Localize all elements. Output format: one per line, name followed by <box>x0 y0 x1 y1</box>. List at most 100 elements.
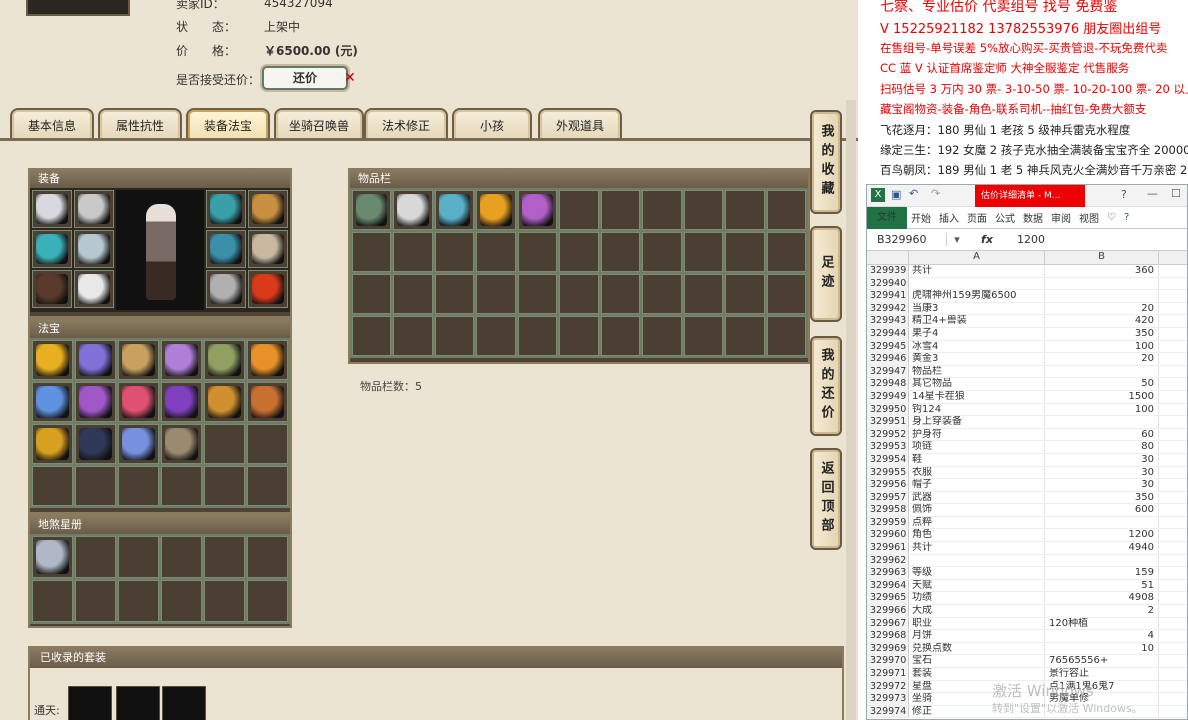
item-slot[interactable] <box>206 270 246 308</box>
cell-a[interactable]: 14星卡茬狼 <box>909 390 1045 403</box>
item-slot[interactable] <box>118 424 159 464</box>
row-number[interactable]: 329950 <box>867 403 909 416</box>
item-slot[interactable] <box>600 232 641 272</box>
item-slot[interactable] <box>559 274 599 314</box>
row-number[interactable]: 329939 <box>867 265 909 277</box>
cell-a[interactable]: 职业 <box>909 617 1045 630</box>
cell-a[interactable]: 大成 <box>909 605 1045 617</box>
item-slot[interactable] <box>434 316 475 356</box>
item-slot[interactable] <box>559 316 599 356</box>
cell-b[interactable]: 4940 <box>1045 542 1159 554</box>
item-slot[interactable] <box>434 232 475 272</box>
cell-b[interactable]: 80 <box>1045 441 1159 453</box>
item-slot[interactable] <box>683 316 724 356</box>
cell-a[interactable]: 冰雪4 <box>909 340 1045 353</box>
tab-appearance[interactable]: 外观道具 <box>538 108 622 140</box>
help-icon[interactable]: ? <box>1121 188 1127 201</box>
item-slot[interactable] <box>725 190 765 230</box>
item-slot[interactable] <box>118 382 159 422</box>
item-slot[interactable] <box>600 316 641 356</box>
suit-item-icon[interactable] <box>68 686 112 720</box>
cell-b[interactable]: 30 <box>1045 453 1159 466</box>
item-slot[interactable] <box>352 316 392 356</box>
item-slot[interactable] <box>352 232 392 272</box>
item-slot[interactable] <box>75 466 116 506</box>
suit-item-icon[interactable] <box>116 686 160 720</box>
item-slot[interactable] <box>725 316 765 356</box>
item-slot[interactable] <box>247 382 288 422</box>
item-slot[interactable] <box>248 270 288 308</box>
cell-a[interactable] <box>909 554 1045 567</box>
nav-my-offers[interactable]: 我的还价 <box>810 336 842 436</box>
item-slot[interactable] <box>766 190 806 230</box>
suit-item-icon[interactable] <box>162 686 206 720</box>
item-slot[interactable] <box>683 232 724 272</box>
cell-a[interactable]: 身上穿装备 <box>909 416 1045 428</box>
item-slot[interactable] <box>393 316 433 356</box>
cell-a[interactable]: 共计 <box>909 542 1045 554</box>
row-number[interactable]: 329955 <box>867 466 909 479</box>
col-header-a[interactable]: A <box>909 251 1045 264</box>
row-number[interactable]: 329972 <box>867 680 909 693</box>
row-number[interactable]: 329962 <box>867 554 909 567</box>
item-slot[interactable] <box>476 274 516 314</box>
cell-a[interactable]: 共计 <box>909 265 1045 277</box>
item-slot[interactable] <box>161 382 202 422</box>
item-slot[interactable] <box>434 274 475 314</box>
cell-a[interactable]: 月饼 <box>909 630 1045 642</box>
cell-a[interactable]: 角色 <box>909 529 1045 542</box>
item-slot[interactable] <box>75 340 116 380</box>
row-number[interactable]: 329941 <box>867 290 909 302</box>
item-slot[interactable] <box>517 190 558 230</box>
item-slot[interactable] <box>161 536 202 578</box>
item-slot[interactable] <box>118 536 159 578</box>
cell-b[interactable]: 30 <box>1045 466 1159 479</box>
row-number[interactable]: 329966 <box>867 605 909 617</box>
cell-b[interactable]: 20 <box>1045 353 1159 365</box>
item-slot[interactable] <box>247 424 288 464</box>
item-slot[interactable] <box>683 190 724 230</box>
row-number[interactable]: 329956 <box>867 479 909 491</box>
row-number[interactable]: 329943 <box>867 315 909 327</box>
item-slot[interactable] <box>247 536 288 578</box>
item-slot[interactable] <box>74 230 114 268</box>
cell-b[interactable]: 350 <box>1045 491 1159 504</box>
item-slot[interactable] <box>476 316 516 356</box>
item-slot[interactable] <box>247 580 288 622</box>
item-slot[interactable] <box>517 274 558 314</box>
row-number[interactable]: 329960 <box>867 529 909 542</box>
item-slot[interactable] <box>75 536 116 578</box>
item-slot[interactable] <box>32 580 73 622</box>
item-slot[interactable] <box>247 340 288 380</box>
row-number[interactable]: 329954 <box>867 453 909 466</box>
item-slot[interactable] <box>118 466 159 506</box>
item-slot[interactable] <box>204 536 245 578</box>
row-number[interactable]: 329940 <box>867 277 909 290</box>
cell-a[interactable]: 帽子 <box>909 479 1045 491</box>
item-slot[interactable] <box>161 340 202 380</box>
row-number[interactable]: 329963 <box>867 567 909 579</box>
cell-a[interactable]: 精卫4+兽装 <box>909 315 1045 327</box>
cell-a[interactable]: 物品栏 <box>909 365 1045 378</box>
cell-b[interactable] <box>1045 365 1159 378</box>
item-slot[interactable] <box>434 190 475 230</box>
item-slot[interactable] <box>204 340 245 380</box>
item-slot[interactable] <box>393 232 433 272</box>
tab-equipment[interactable]: 装备法宝 <box>186 108 270 140</box>
cell-b[interactable]: 76565556+ <box>1045 655 1159 667</box>
save-icon[interactable]: ▣ <box>891 188 901 201</box>
cell-b[interactable]: 4 <box>1045 630 1159 642</box>
ribbon-file[interactable]: 文件 <box>867 206 907 229</box>
cell-a[interactable]: 兑换点数 <box>909 642 1045 655</box>
cell-a[interactable]: 项链 <box>909 441 1045 453</box>
row-number[interactable]: 329952 <box>867 428 909 441</box>
tab-attributes[interactable]: 属性抗性 <box>98 108 182 140</box>
page-scrollbar[interactable] <box>846 100 856 720</box>
nav-back-to-top[interactable]: 返回顶部 <box>810 448 842 550</box>
item-slot[interactable] <box>161 580 202 622</box>
cell-b[interactable] <box>1045 516 1159 529</box>
redo-icon[interactable]: ↷ <box>931 187 940 200</box>
row-number[interactable]: 329959 <box>867 516 909 529</box>
cell-a[interactable]: 当康3 <box>909 302 1045 315</box>
row-number[interactable]: 329958 <box>867 504 909 516</box>
